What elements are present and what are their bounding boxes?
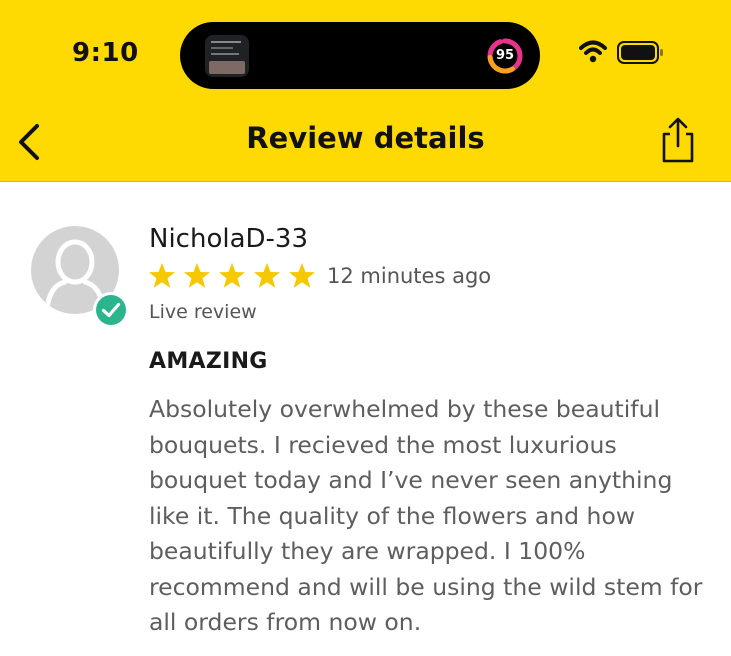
wifi-icon (579, 40, 607, 63)
review-body: Absolutely overwhelmed by these beautifu… (149, 395, 703, 636)
dynamic-island: 95 (180, 22, 540, 89)
header-bar: 9:10 95 Review details (0, 0, 731, 182)
star-rating (149, 263, 315, 288)
status-time: 9:10 (72, 38, 139, 68)
star-icon (149, 263, 175, 288)
share-icon[interactable] (656, 115, 700, 165)
reviewer-name: NicholaD-33 (149, 224, 308, 254)
star-icon (219, 263, 245, 288)
status-icons (579, 40, 663, 64)
battery-icon (617, 41, 663, 64)
star-icon (289, 263, 315, 288)
review-time-ago: 12 minutes ago (327, 264, 492, 288)
activity-ring-value: 95 (495, 48, 515, 63)
verified-check-icon (93, 292, 129, 328)
review-title: AMAZING (149, 349, 268, 374)
app-thumbnail-icon (205, 35, 249, 77)
page-title: Review details (246, 121, 485, 155)
star-icon (254, 263, 280, 288)
star-icon (184, 263, 210, 288)
review-status: Live review (149, 301, 257, 323)
